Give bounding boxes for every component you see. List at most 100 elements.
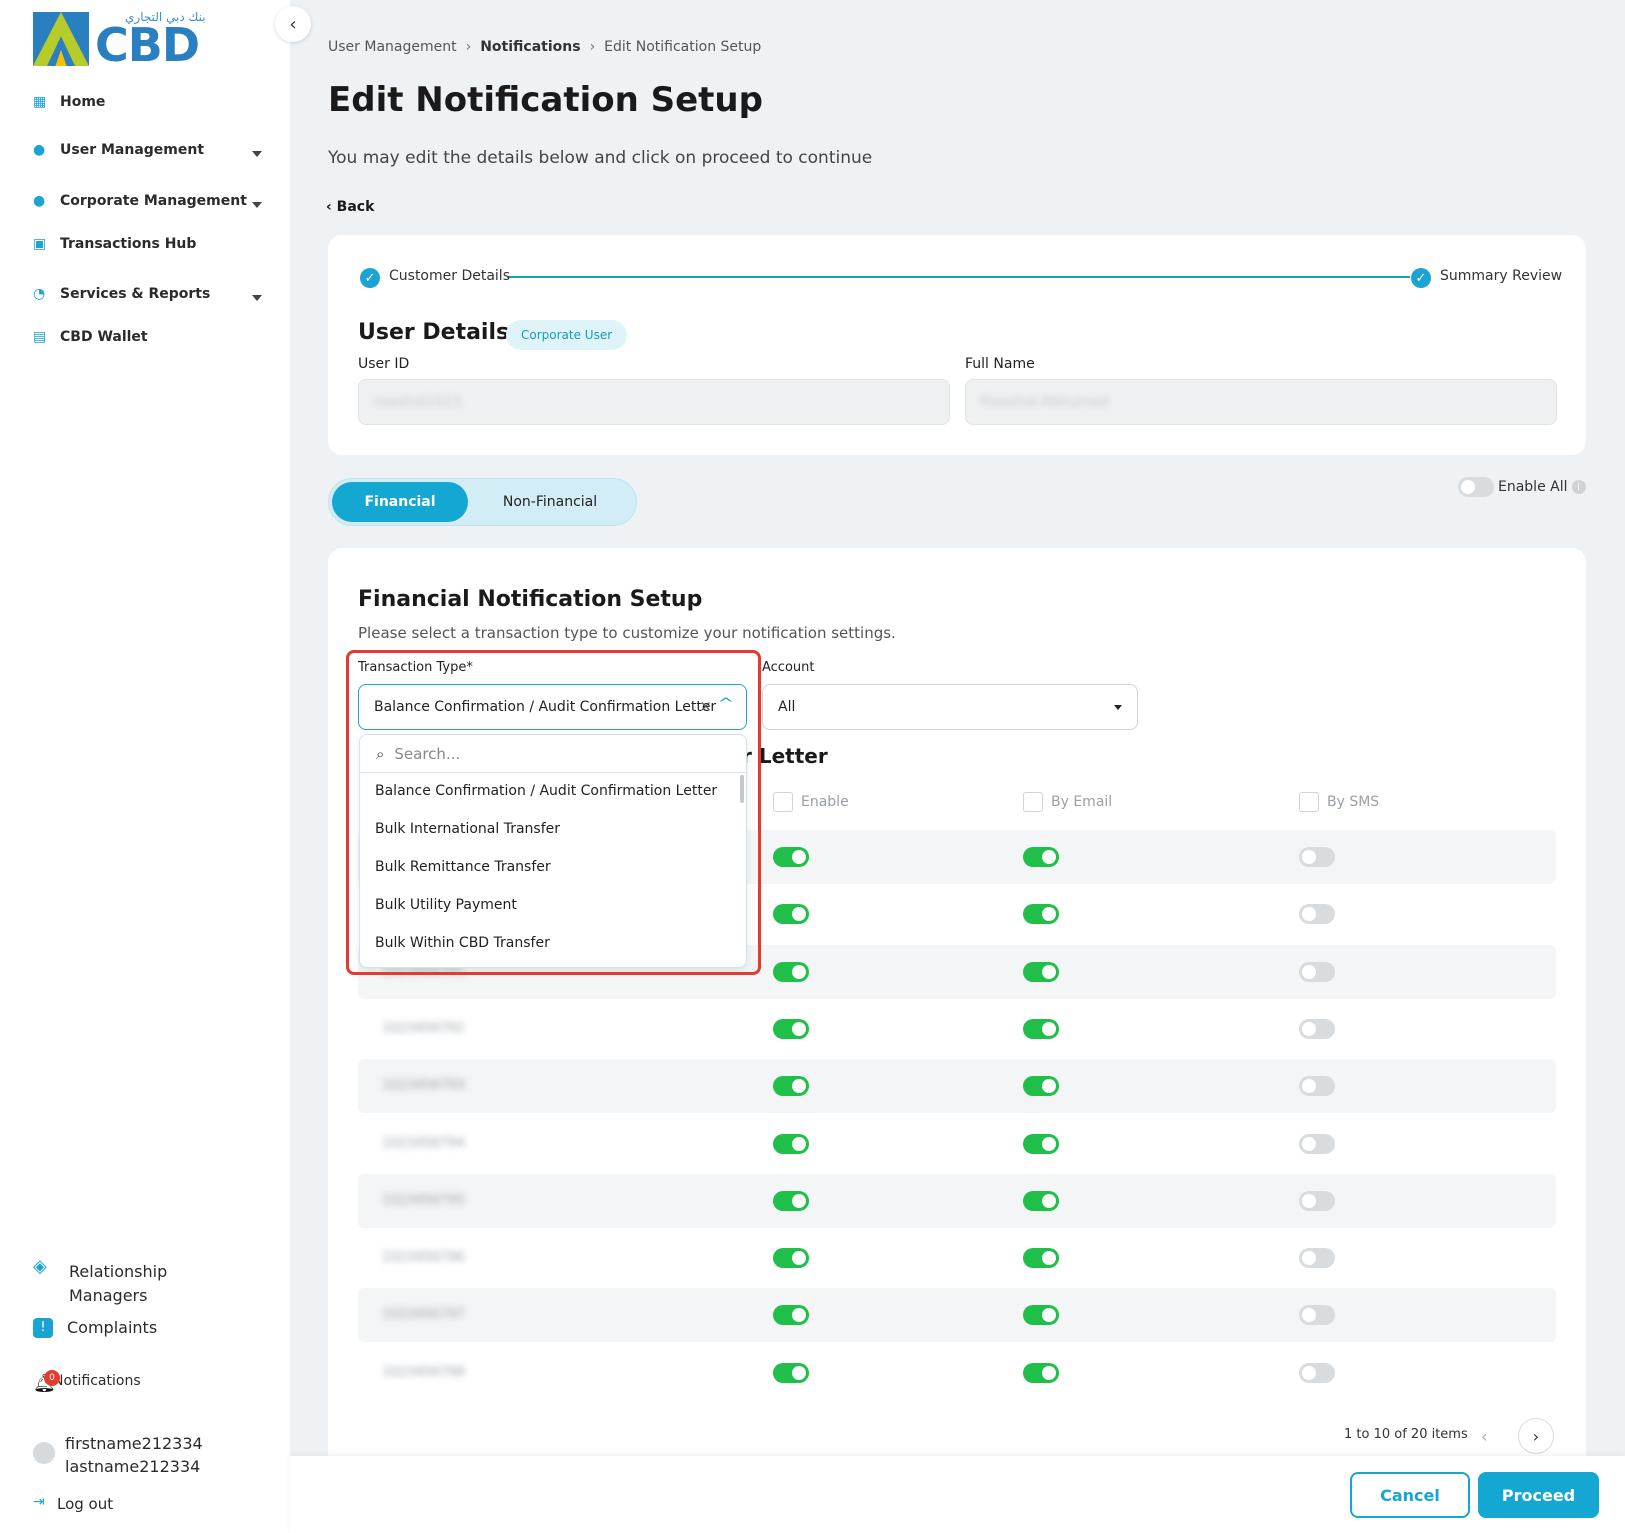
enable-toggle[interactable] [773,1019,809,1039]
chevron-down-icon[interactable] [252,202,262,208]
sms-toggle[interactable] [1299,904,1335,924]
select-all-enable-checkbox[interactable] [773,792,793,812]
toggle-knob [792,1022,806,1036]
email-toggle[interactable] [1023,1363,1059,1383]
sidebar-item-transactions-hub[interactable]: ▣ Transactions Hub [33,236,196,252]
chevron-right-icon: › [1532,1426,1540,1446]
breadcrumb-separator: › [589,39,596,55]
row-account-number: 1023456797 [382,1307,465,1322]
sms-toggle[interactable] [1299,1305,1335,1325]
sms-toggle[interactable] [1299,1134,1335,1154]
email-toggle[interactable] [1023,904,1059,924]
email-toggle[interactable] [1023,962,1059,982]
sms-toggle[interactable] [1299,1248,1335,1268]
dropdown-option[interactable]: Balance Confirmation / Audit Confirmatio… [375,783,717,799]
transaction-type-value: Balance Confirmation / Audit Confirmatio… [374,699,717,715]
row-account-number: 1023456795 [382,1193,465,1208]
financial-setup-heading: Financial Notification Setup [358,587,703,612]
dropdown-option[interactable]: Bulk International Transfer [375,821,560,837]
next-page-button[interactable]: › [1518,1418,1554,1454]
clear-icon[interactable]: × [699,697,712,715]
user-id-label: User ID [358,356,410,372]
sidebar-item-label: Transactions Hub [60,236,197,252]
breadcrumb-current: Edit Notification Setup [604,39,762,55]
user-details-heading: User Details [358,320,510,345]
page-subtitle: You may edit the details below and click… [328,148,873,168]
dropdown-option[interactable]: Bulk Within CBD Transfer [375,935,550,951]
table-row [358,1002,1556,1056]
select-all-sms-checkbox[interactable] [1299,792,1319,812]
email-toggle[interactable] [1023,1191,1059,1211]
chevron-up-icon[interactable]: ^ [718,696,734,712]
sidebar-item-services-reports[interactable]: ◔ Services & Reports [33,286,210,302]
enable-all-toggle[interactable] [1458,477,1494,497]
select-all-email-checkbox[interactable] [1023,792,1043,812]
sms-toggle[interactable] [1299,1191,1335,1211]
enable-toggle[interactable] [773,1076,809,1096]
full-name-value: Raashid Abhumed [981,394,1109,410]
proceed-button[interactable]: Proceed [1478,1472,1599,1518]
sms-toggle[interactable] [1299,1019,1335,1039]
cancel-button[interactable]: Cancel [1350,1472,1470,1518]
toggle-knob [1042,1251,1056,1265]
sidebar-item-cbd-wallet[interactable]: ▤ CBD Wallet [33,329,148,345]
dropdown-search[interactable]: ⌕ Search... [360,735,746,773]
row-account-number: 1023456794 [382,1136,465,1151]
dropdown-option[interactable]: Bulk Utility Payment [375,897,517,913]
chevron-down-icon[interactable] [252,151,262,157]
sidebar-item-user-management[interactable]: ● User Management [33,142,204,158]
enable-toggle[interactable] [773,1191,809,1211]
account-select[interactable]: All [762,684,1138,730]
complaints-link[interactable]: ! Complaints [33,1318,157,1338]
sidebar: بنك دبي التجاري CBD ▦ Home ● User Manage… [0,0,290,1533]
column-enable: Enable [773,792,849,812]
logout-link[interactable]: ⇥ Log out [33,1495,113,1513]
email-toggle[interactable] [1023,1076,1059,1096]
relationship-managers-link[interactable]: ◈ Relationship Managers [33,1258,179,1308]
cbd-logo[interactable]: بنك دبي التجاري CBD [33,10,213,68]
enable-toggle[interactable] [773,1363,809,1383]
sms-toggle[interactable] [1299,962,1335,982]
enable-all-label: Enable All [1498,479,1568,495]
wallet-icon: ▤ [33,329,47,345]
breadcrumb-notifications[interactable]: Notifications [480,39,580,55]
table-row [358,1059,1556,1113]
search-input[interactable]: Search... [394,745,460,763]
dropdown-scrollbar[interactable] [740,775,744,803]
email-toggle[interactable] [1023,1305,1059,1325]
tab-financial[interactable]: Financial [332,482,468,522]
dropdown-option[interactable]: Bulk Remittance Transfer [375,859,551,875]
collapse-sidebar-button[interactable]: ‹ [275,6,311,42]
tab-non-financial[interactable]: Non-Financial [470,482,630,522]
sms-toggle[interactable] [1299,847,1335,867]
sms-toggle[interactable] [1299,1076,1335,1096]
toggle-knob [1042,907,1056,921]
toggle-knob [1042,1366,1056,1380]
step-summary-review[interactable]: Summary Review [1440,268,1562,284]
user-profile[interactable]: firstname212334 lastname212334 [33,1432,203,1478]
email-toggle[interactable] [1023,1134,1059,1154]
enable-toggle[interactable] [773,904,809,924]
email-toggle[interactable] [1023,1019,1059,1039]
info-icon[interactable]: i [1571,480,1586,494]
user-name: firstname212334 lastname212334 [65,1432,203,1478]
transaction-type-select[interactable]: Balance Confirmation / Audit Confirmatio… [358,684,747,730]
complaints-label: Complaints [67,1318,158,1337]
email-toggle[interactable] [1023,847,1059,867]
sidebar-item-corporate-management[interactable]: ● Corporate Management [33,193,247,209]
breadcrumb-user-management[interactable]: User Management [328,39,457,55]
sms-toggle[interactable] [1299,1363,1335,1383]
email-toggle[interactable] [1023,1248,1059,1268]
enable-toggle[interactable] [773,847,809,867]
chevron-down-icon[interactable] [252,295,262,301]
back-link[interactable]: ‹ Back [326,199,374,215]
sidebar-item-home[interactable]: ▦ Home [33,94,105,110]
step-customer-details[interactable]: Customer Details [389,268,510,284]
table-row [358,1117,1556,1171]
column-email-label: By Email [1051,794,1113,810]
enable-toggle[interactable] [773,1305,809,1325]
enable-toggle[interactable] [773,1248,809,1268]
enable-toggle[interactable] [773,962,809,982]
enable-toggle[interactable] [773,1134,809,1154]
chevron-left-icon[interactable]: ‹ [1481,1427,1487,1446]
